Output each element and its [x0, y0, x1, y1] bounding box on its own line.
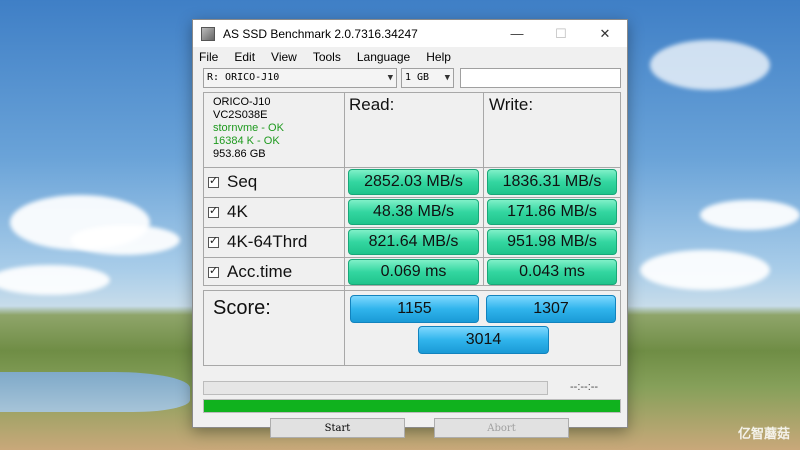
elapsed-time: --:--:--: [570, 381, 599, 393]
divider: [203, 290, 621, 291]
minimize-button[interactable]: —: [495, 20, 539, 47]
title-bar[interactable]: AS SSD Benchmark 2.0.7316.34247 — ☐ ✕: [193, 20, 627, 47]
overall-progress-bar: [203, 399, 621, 413]
acc-time-checkbox[interactable]: [208, 264, 219, 278]
divider: [203, 290, 204, 366]
read-header: Read:: [349, 95, 395, 114]
row-seq[interactable]: Seq: [208, 167, 257, 197]
4k-64thrd-write-value: 951.98 MB/s: [487, 229, 617, 255]
menu-file[interactable]: File: [199, 50, 218, 64]
row-4k[interactable]: 4K: [208, 197, 248, 227]
drive-capacity: 953.86 GB: [213, 148, 266, 160]
4k-write-value: 171.86 MB/s: [487, 199, 617, 225]
menu-language[interactable]: Language: [357, 50, 410, 64]
score-label: Score:: [213, 297, 271, 319]
test-size-select[interactable]: 1 GB ▼: [401, 68, 454, 88]
result-text-field[interactable]: [460, 68, 621, 88]
close-button[interactable]: ✕: [583, 20, 627, 47]
drive-name: ORICO-J10: [213, 96, 271, 108]
seq-checkbox[interactable]: [208, 174, 219, 188]
progress-fill: [204, 400, 620, 412]
4k-checkbox[interactable]: [208, 204, 219, 218]
menu-edit[interactable]: Edit: [234, 50, 255, 64]
drive-firmware: VC2S038E: [213, 109, 268, 121]
test-size-value: 1 GB: [405, 72, 430, 83]
row-label: Acc.time: [227, 262, 293, 281]
row-label: Seq: [227, 172, 258, 191]
acc-time-write-value: 0.043 ms: [487, 259, 617, 285]
divider: [620, 290, 621, 366]
divider: [203, 197, 621, 198]
menu-tools[interactable]: Tools: [313, 50, 341, 64]
seq-write-value: 1836.31 MB/s: [487, 169, 617, 195]
chevron-down-icon: ▼: [444, 73, 450, 83]
menu-help[interactable]: Help: [426, 50, 451, 64]
drive-select[interactable]: R: ORICO-J10 ▼: [203, 68, 397, 88]
row-label: 4K-64Thrd: [227, 232, 308, 251]
divider: [203, 365, 621, 366]
maximize-button[interactable]: ☐: [539, 20, 583, 47]
drive-info: ORICO-J10 VC2S038E stornvme - OK 16384 K…: [203, 92, 344, 167]
start-button[interactable]: Start: [270, 418, 405, 438]
menu-bar: File Edit View Tools Language Help: [193, 47, 627, 67]
total-score: 3014: [418, 326, 549, 354]
driver-status: stornvme - OK: [213, 122, 284, 134]
row-4k-64thrd[interactable]: 4K-64Thrd: [208, 227, 307, 257]
row-acc-time[interactable]: Acc.time: [208, 257, 292, 287]
app-icon: [201, 26, 215, 41]
acc-time-read-value: 0.069 ms: [348, 259, 479, 285]
write-score: 1307: [486, 295, 616, 323]
lake: [0, 372, 190, 412]
window-title: AS SSD Benchmark 2.0.7316.34247: [223, 26, 418, 41]
watermark: 亿智蘑菇: [737, 426, 790, 441]
alignment-status: 16384 K - OK: [213, 135, 280, 147]
divider: [203, 167, 621, 168]
seq-read-value: 2852.03 MB/s: [348, 169, 479, 195]
4k-64thrd-checkbox[interactable]: [208, 234, 219, 248]
abort-button[interactable]: Abort: [434, 418, 569, 438]
divider: [344, 92, 345, 366]
chevron-down-icon: ▼: [387, 73, 393, 83]
4k-read-value: 48.38 MB/s: [348, 199, 479, 225]
row-label: 4K: [227, 202, 248, 221]
toolbar: R: ORICO-J10 ▼ 1 GB ▼: [203, 68, 621, 88]
read-score: 1155: [350, 295, 479, 323]
write-header: Write:: [489, 95, 534, 114]
menu-view[interactable]: View: [271, 50, 297, 64]
test-progress-bar: [203, 381, 548, 395]
as-ssd-window: AS SSD Benchmark 2.0.7316.34247 — ☐ ✕ Fi…: [192, 19, 628, 438]
4k-64thrd-read-value: 821.64 MB/s: [348, 229, 479, 255]
drive-select-value: R: ORICO-J10: [207, 72, 280, 83]
